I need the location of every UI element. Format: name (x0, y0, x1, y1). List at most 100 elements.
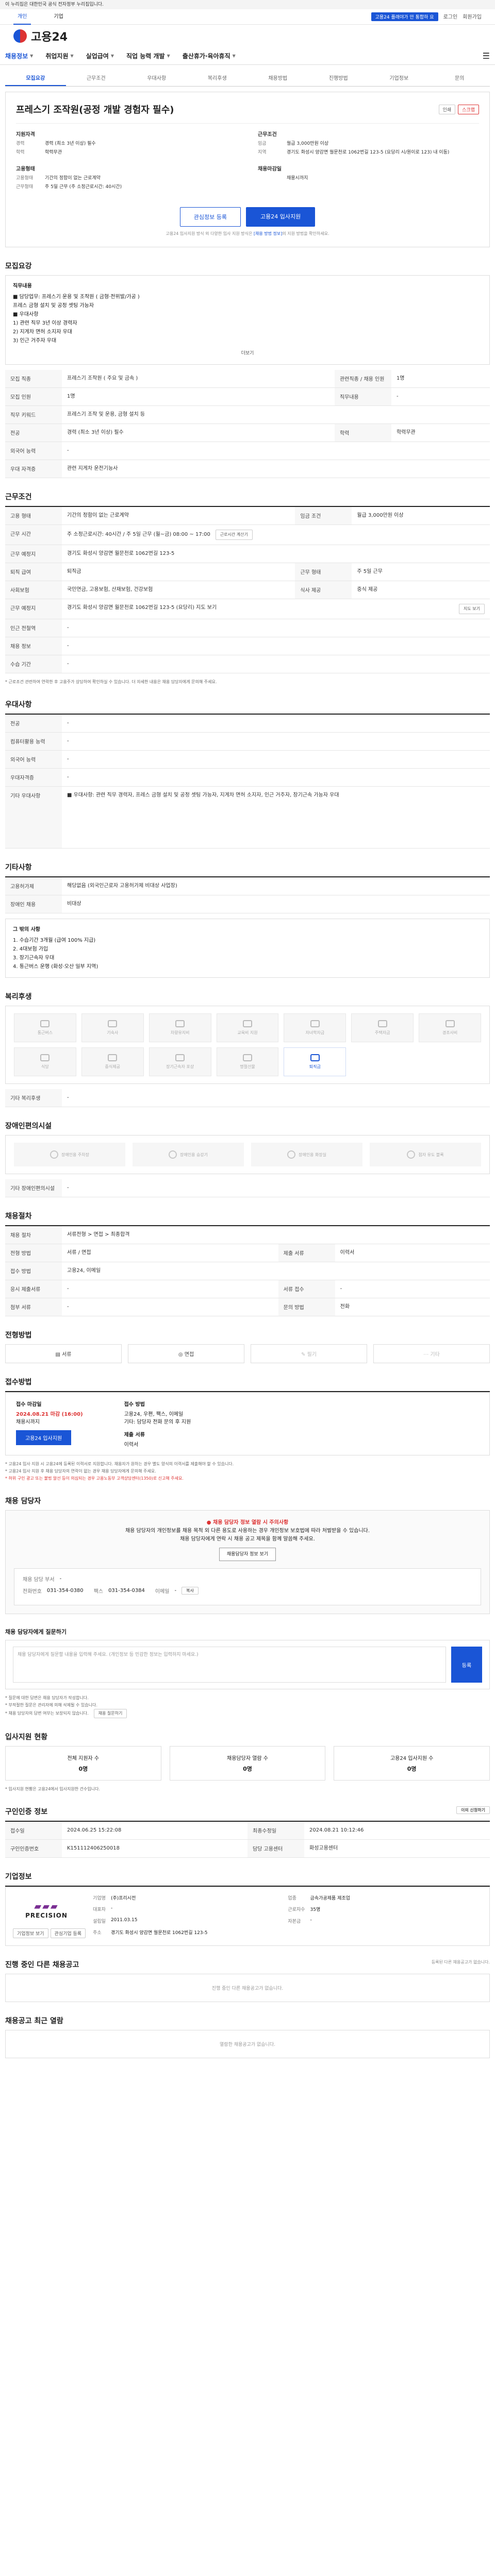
contact-box: ● 채용 담당자 정보 열람 시 주의사항 채용 담당자의 개인정보를 채용 목… (5, 1510, 490, 1614)
ask-section: 채용 담당자에게 질문하기 채용 담당자에게 질문할 내용을 입력해 주세요. … (5, 1628, 490, 1718)
ask-textarea[interactable]: 채용 담당자에게 질문할 내용을 입력해 주세요. (개인정보 등 민감한 정보… (13, 1647, 446, 1683)
login-link[interactable]: 로그인 (443, 12, 458, 21)
row-label: 전공 (5, 715, 62, 733)
row-label: 접수일 (5, 1822, 62, 1840)
work-section: 근무조건 고용 형태 기간의 정함이 없는 근로계약 임금 조건 월급 3,000만원… (5, 492, 490, 686)
kv-label: 고용형태 (16, 176, 34, 181)
apply-button-2[interactable]: 고용24 입사지원 (16, 1430, 72, 1445)
braille-icon (407, 1150, 416, 1159)
tab-contact[interactable]: 문의 (430, 70, 490, 86)
row-value: 고용24, 이메일 (62, 1262, 490, 1280)
note-line: * 질문에 대한 답변은 채용 담당자가 작성합니다. (5, 1696, 89, 1700)
table-row: 접수일 2024.06.25 15:22:08 최종수정일 2024.08.21 10… (5, 1822, 490, 1840)
disability-item: 점자 유도 블록 (370, 1143, 481, 1166)
menu-icon[interactable]: ☰ (483, 51, 490, 61)
gnb-item-training[interactable]: 직업 능력 개발 ▼ (126, 52, 170, 60)
ask-submit-button[interactable]: 등록 (451, 1647, 482, 1683)
top-tab-personal[interactable]: 개인 (13, 9, 31, 25)
row-label: 학력 (334, 423, 391, 442)
row-label: 직무내용 (334, 387, 391, 406)
warn-title: 채용 담당자 정보 열람 시 주의사항 (213, 1520, 289, 1526)
row-label: 식사 제공 (295, 581, 352, 599)
contact-view-button[interactable]: 채용담당자 정보 보기 (219, 1548, 276, 1561)
promo-badge[interactable]: 고용24 플래야가 안 통합하 요 (371, 12, 438, 21)
row-value: - (62, 619, 490, 637)
bookmark-button[interactable]: 관심정보 등록 (179, 207, 241, 227)
etc-table: 고용허가제 해당없음 (외국인근로자 고용허가제 비대상 사업장) 장애인 채용 비… (5, 877, 490, 913)
top-tab-company[interactable]: 기업 (50, 9, 67, 25)
disability-item: 장애인용 승강기 (133, 1143, 244, 1166)
summary-deadline-title: 채용마감일 (258, 166, 282, 172)
recent-empty: 열람한 채용공고가 없습니다. (5, 2030, 490, 2058)
table-row: 우대자격증 - (5, 768, 490, 787)
row-label: 외국어 능력 (5, 442, 62, 460)
table-row: 근무 시간 주 소정근로시간: 40시간 / 주 5일 근무 (월~금) 08:0… (5, 524, 490, 545)
summary-grid: 지원자격 경력 경력 (최소 3년 이상) 필수 학력 학력무관 고용형태 고용형태… (16, 123, 479, 193)
row-value: 서류전형 > 면접 > 최종합격 (62, 1226, 490, 1244)
gnb-item-support[interactable]: 취업지원 ▼ (45, 52, 73, 60)
welfare-label: 기숙사 (107, 1030, 119, 1035)
company-info-button[interactable]: 기업정보 보기 (13, 1928, 48, 1938)
company-fav-button[interactable]: 관심기업 등록 (50, 1928, 86, 1938)
row-value: - (391, 387, 490, 406)
table-row: 모집 인원 1명 직무내용 - (5, 387, 490, 406)
tab-welfare[interactable]: 복리후생 (187, 70, 248, 86)
site-logo[interactable]: 고용24 (13, 28, 68, 44)
disability-item: 장애인용 주차장 (14, 1143, 125, 1166)
top-bar: 개인 기업 고용24 플래야가 안 통합하 요 로그인 회원가입 (0, 9, 495, 25)
tab-work[interactable]: 근무조건 (66, 70, 127, 86)
table-row: 구인인증번호 K151112406250018 담당 고용센터 화성고용센터 (5, 1839, 490, 1858)
objection-button[interactable]: 이의 신청하기 (456, 1806, 490, 1814)
notice-link[interactable]: [채용 방법 정보] (254, 231, 283, 236)
gnb-item-leave[interactable]: 출산휴가·육아휴직 ▼ (183, 52, 236, 60)
row-value: 경기도 화성시 양감면 월문천로 1062번길 123-5 (요당리) 지도 보… (62, 599, 490, 619)
gnb-item-jobs[interactable]: 채용정보 ▼ (5, 52, 33, 60)
row-label: 응시 제출서류 (5, 1280, 62, 1298)
row-label: 관련직종 / 채용 인원 (334, 370, 391, 388)
job-desc-line: ■ 담당업무: 프레스기 운용 및 조작원 ( 금형·전위발/가공 ) (13, 294, 140, 300)
table-row: 퇴직 급여 퇴직금 근무 형태 주 5일 근무 (5, 563, 490, 581)
gnb-item-benefit[interactable]: 실업급여 ▼ (86, 52, 114, 60)
tab-pref[interactable]: 우대사항 (126, 70, 187, 86)
row-label: 우대 자격증 (5, 460, 62, 478)
related-empty: 진행 중인 다른 채용공고가 없습니다. (5, 1974, 490, 2002)
row-value: - (62, 442, 490, 460)
row-value: - (62, 750, 490, 769)
company-logo: ▰▰▰ PRECISION (13, 1894, 80, 1925)
more-button[interactable]: 더보기 (13, 349, 482, 358)
welfare-label: 주택자금 (374, 1030, 390, 1035)
tab-recruit[interactable]: 모집요강 (5, 70, 66, 86)
apply-notes: * 고용24 입사 지원 시 고용24에 등록된 이력서로 지원합니다. 채용자… (5, 1461, 490, 1482)
job-desc-line: 프레스 금형 설치 및 공정 셋팅 가능자 (13, 303, 94, 309)
tab-process[interactable]: 진행방법 (308, 70, 369, 86)
section-title: 우대사항 (5, 699, 490, 715)
print-button[interactable]: 인쇄 (438, 104, 456, 114)
medal-icon (175, 1054, 185, 1061)
row-value: - (62, 1089, 490, 1107)
stat-label: 전체 지원자 수 (67, 1756, 100, 1761)
logo-mark: ▰▰▰ (34, 1901, 59, 1912)
map-button[interactable]: 지도 보기 (459, 604, 485, 614)
kv-value: 월급 3,000만원 이상 (287, 141, 329, 146)
apply-button[interactable]: 고용24 입사지원 (246, 207, 316, 227)
tab-company[interactable]: 기업정보 (369, 70, 430, 86)
meta-table: 접수일 2024.06.25 15:22:08 최종수정일 2024.08.21 10… (5, 1822, 490, 1858)
row-value: - (62, 1179, 490, 1197)
hours-calc-button[interactable]: 근로시간 계산기 (215, 530, 253, 540)
row-label: 제출 서류 (278, 1244, 335, 1262)
warn-line: 채용 담당자에게 연락 시 채용 공고 제목을 함께 말씀해 주세요. (180, 1536, 315, 1542)
chevron-down-icon: ▼ (110, 54, 114, 58)
job-desc-title: 직무내용 (13, 283, 32, 289)
ask-link-button[interactable]: 채용 질문하기 (93, 1709, 127, 1718)
welfare-item: 통근버스 (14, 1013, 76, 1042)
scrap-button[interactable]: 스크랩 (458, 104, 479, 114)
copy-button[interactable]: 복사 (182, 1587, 199, 1595)
detail-value: 35명 (310, 1907, 321, 1913)
table-row: 채용 정보 - (5, 637, 490, 655)
summary-card: 프레스기 조작원(공정 개발 경험자 필수) 인쇄 스크랩 지원자격 경력 경력 … (5, 92, 490, 247)
note-line: * 고용24 입사 지원 시 고용24에 등록된 이력서로 지원합니다. 채용자… (5, 1462, 234, 1466)
disability-item: 장애인용 화장실 (251, 1143, 362, 1166)
join-link[interactable]: 회원가입 (463, 12, 482, 21)
kv-value: 경력 (최소 3년 이상) 필수 (45, 141, 96, 146)
tab-hiring[interactable]: 채용방법 (248, 70, 308, 86)
